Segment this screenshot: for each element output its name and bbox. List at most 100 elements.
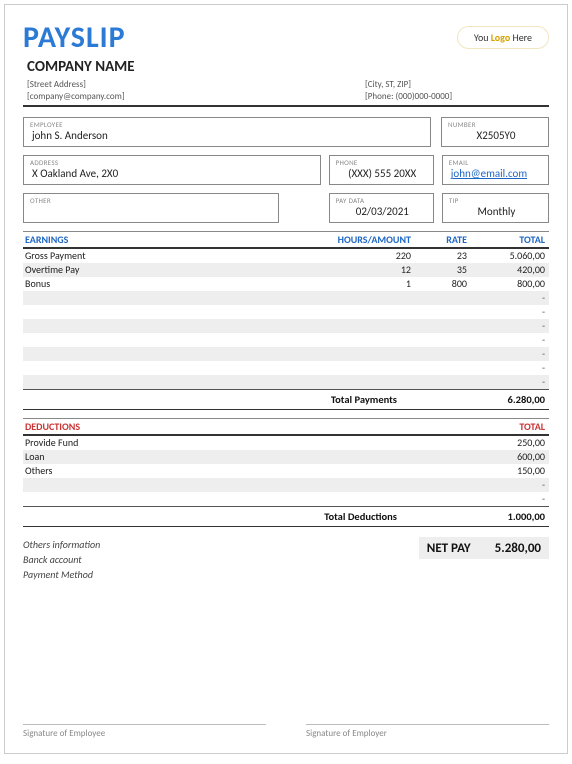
earnings-total: - <box>467 291 549 305</box>
table-row: - <box>23 319 549 333</box>
earnings-rate <box>411 305 467 319</box>
others-info: Others information <box>23 537 419 552</box>
earnings-rate: 35 <box>411 263 467 277</box>
earnings-bottom-rule <box>23 409 549 410</box>
payslip-page: PAYSLIP You Logo Here COMPANY NAME [Stre… <box>4 4 568 754</box>
company-email: [company@company.com] <box>27 91 365 103</box>
table-row: Overtime Pay1235420,00 <box>23 263 549 277</box>
deduction-name <box>23 492 467 506</box>
earnings-hours: 1 <box>319 277 411 291</box>
table-row: - <box>23 492 549 506</box>
deduction-total: 600,00 <box>467 450 549 464</box>
deduction-total: 150,00 <box>467 464 549 478</box>
table-row: - <box>23 478 549 492</box>
email-box: EMAIL john@email.com <box>442 155 549 185</box>
phone-value: (XXX) 555 20XX <box>336 167 427 180</box>
earnings-total-label: Total Payments <box>23 393 467 406</box>
address-box: ADDRESS X Oakland Ave, 2X0 <box>23 155 321 185</box>
earnings-total-value: 6.280,00 <box>467 393 549 406</box>
employee-value: john S. Anderson <box>30 129 424 142</box>
earnings-total: - <box>467 375 549 389</box>
earnings-total: - <box>467 347 549 361</box>
table-row: Loan600,00 <box>23 450 549 464</box>
signatures: Signature of Employee Signature of Emplo… <box>23 724 549 739</box>
deductions-col-total: TOTAL <box>467 420 549 433</box>
earnings-rate <box>411 319 467 333</box>
deduction-name <box>23 478 467 492</box>
earnings-hours <box>319 333 411 347</box>
info-row-1: EMPLOYEE john S. Anderson NUMBER X2505Y0 <box>23 117 549 147</box>
earnings-total: - <box>467 361 549 375</box>
deductions-bottom-rule <box>23 526 549 527</box>
deductions-heading: DEDUCTIONS <box>23 420 467 433</box>
earnings-total: 420,00 <box>467 263 549 277</box>
deductions-total-value: 1.000,00 <box>467 510 549 523</box>
deduction-name: Loan <box>23 450 467 464</box>
deductions-total-row: Total Deductions 1.000,00 <box>23 506 549 526</box>
earnings-total: 5.060,00 <box>467 249 549 263</box>
table-row: Bonus1800800,00 <box>23 277 549 291</box>
earnings-hours <box>319 347 411 361</box>
company-name: COMPANY NAME <box>27 58 549 76</box>
employee-box: EMPLOYEE john S. Anderson <box>23 117 431 147</box>
netpay-box: NET PAY 5.280,00 <box>419 537 549 559</box>
deductions-header: DEDUCTIONS TOTAL <box>23 418 549 436</box>
earnings-body: Gross Payment220235.060,00Overtime Pay12… <box>23 249 549 389</box>
earnings-hours <box>319 375 411 389</box>
earnings-total: 800,00 <box>467 277 549 291</box>
table-row: - <box>23 291 549 305</box>
others-column: Others information Banck account Payment… <box>23 537 419 582</box>
earnings-col-total: TOTAL <box>467 233 549 246</box>
table-row: Others150,00 <box>23 464 549 478</box>
earnings-rate <box>411 361 467 375</box>
number-label: NUMBER <box>448 120 542 129</box>
earnings-name: Overtime Pay <box>23 263 319 277</box>
earnings-name: Gross Payment <box>23 249 319 263</box>
company-city: [City, ST, ZIP] <box>365 79 549 91</box>
earnings-hours <box>319 319 411 333</box>
logo-text-post: Here <box>510 31 532 44</box>
earnings-name <box>23 361 319 375</box>
logo-text-pre: You <box>474 31 491 44</box>
earnings-rate <box>411 375 467 389</box>
earnings-col-hours: HOURS/AMOUNT <box>319 233 411 246</box>
earnings-hours <box>319 361 411 375</box>
earnings-name <box>23 319 319 333</box>
table-row: Gross Payment220235.060,00 <box>23 249 549 263</box>
number-box: NUMBER X2505Y0 <box>441 117 549 147</box>
address-value: X Oakland Ave, 2X0 <box>30 167 314 180</box>
phone-box: PHONE (XXX) 555 20XX <box>329 155 434 185</box>
tip-label: TIP <box>449 196 542 205</box>
table-row: - <box>23 333 549 347</box>
deductions-body: Provide Fund250,00Loan600,00Others150,00… <box>23 436 549 506</box>
table-row: - <box>23 375 549 389</box>
email-value[interactable]: john@email.com <box>449 167 542 180</box>
deduction-total: 250,00 <box>467 436 549 450</box>
signature-employee: Signature of Employee <box>23 724 266 739</box>
tip-value: Monthly <box>449 205 542 218</box>
table-row: - <box>23 305 549 319</box>
table-row: - <box>23 347 549 361</box>
company-phone: [Phone: (000)000-0000] <box>365 91 549 103</box>
logo-text-mid: Logo <box>491 31 510 44</box>
earnings-hours <box>319 305 411 319</box>
earnings-name <box>23 347 319 361</box>
earnings-rate: 800 <box>411 277 467 291</box>
other-label: OTHER <box>30 196 272 205</box>
signature-employer: Signature of Employer <box>306 724 549 739</box>
table-row: Provide Fund250,00 <box>23 436 549 450</box>
table-row: - <box>23 361 549 375</box>
phone-label: PHONE <box>336 158 427 167</box>
deduction-name: Others <box>23 464 467 478</box>
earnings-total: - <box>467 305 549 319</box>
deduction-total: - <box>467 492 549 506</box>
earnings-name <box>23 291 319 305</box>
earnings-rate: 23 <box>411 249 467 263</box>
info-row-2: ADDRESS X Oakland Ave, 2X0 PHONE (XXX) 5… <box>23 155 549 185</box>
earnings-section: EARNINGS HOURS/AMOUNT RATE TOTAL Gross P… <box>23 231 549 410</box>
earnings-hours: 220 <box>319 249 411 263</box>
address-label: ADDRESS <box>30 158 314 167</box>
earnings-hours: 12 <box>319 263 411 277</box>
number-value: X2505Y0 <box>448 129 542 142</box>
earnings-total: - <box>467 333 549 347</box>
